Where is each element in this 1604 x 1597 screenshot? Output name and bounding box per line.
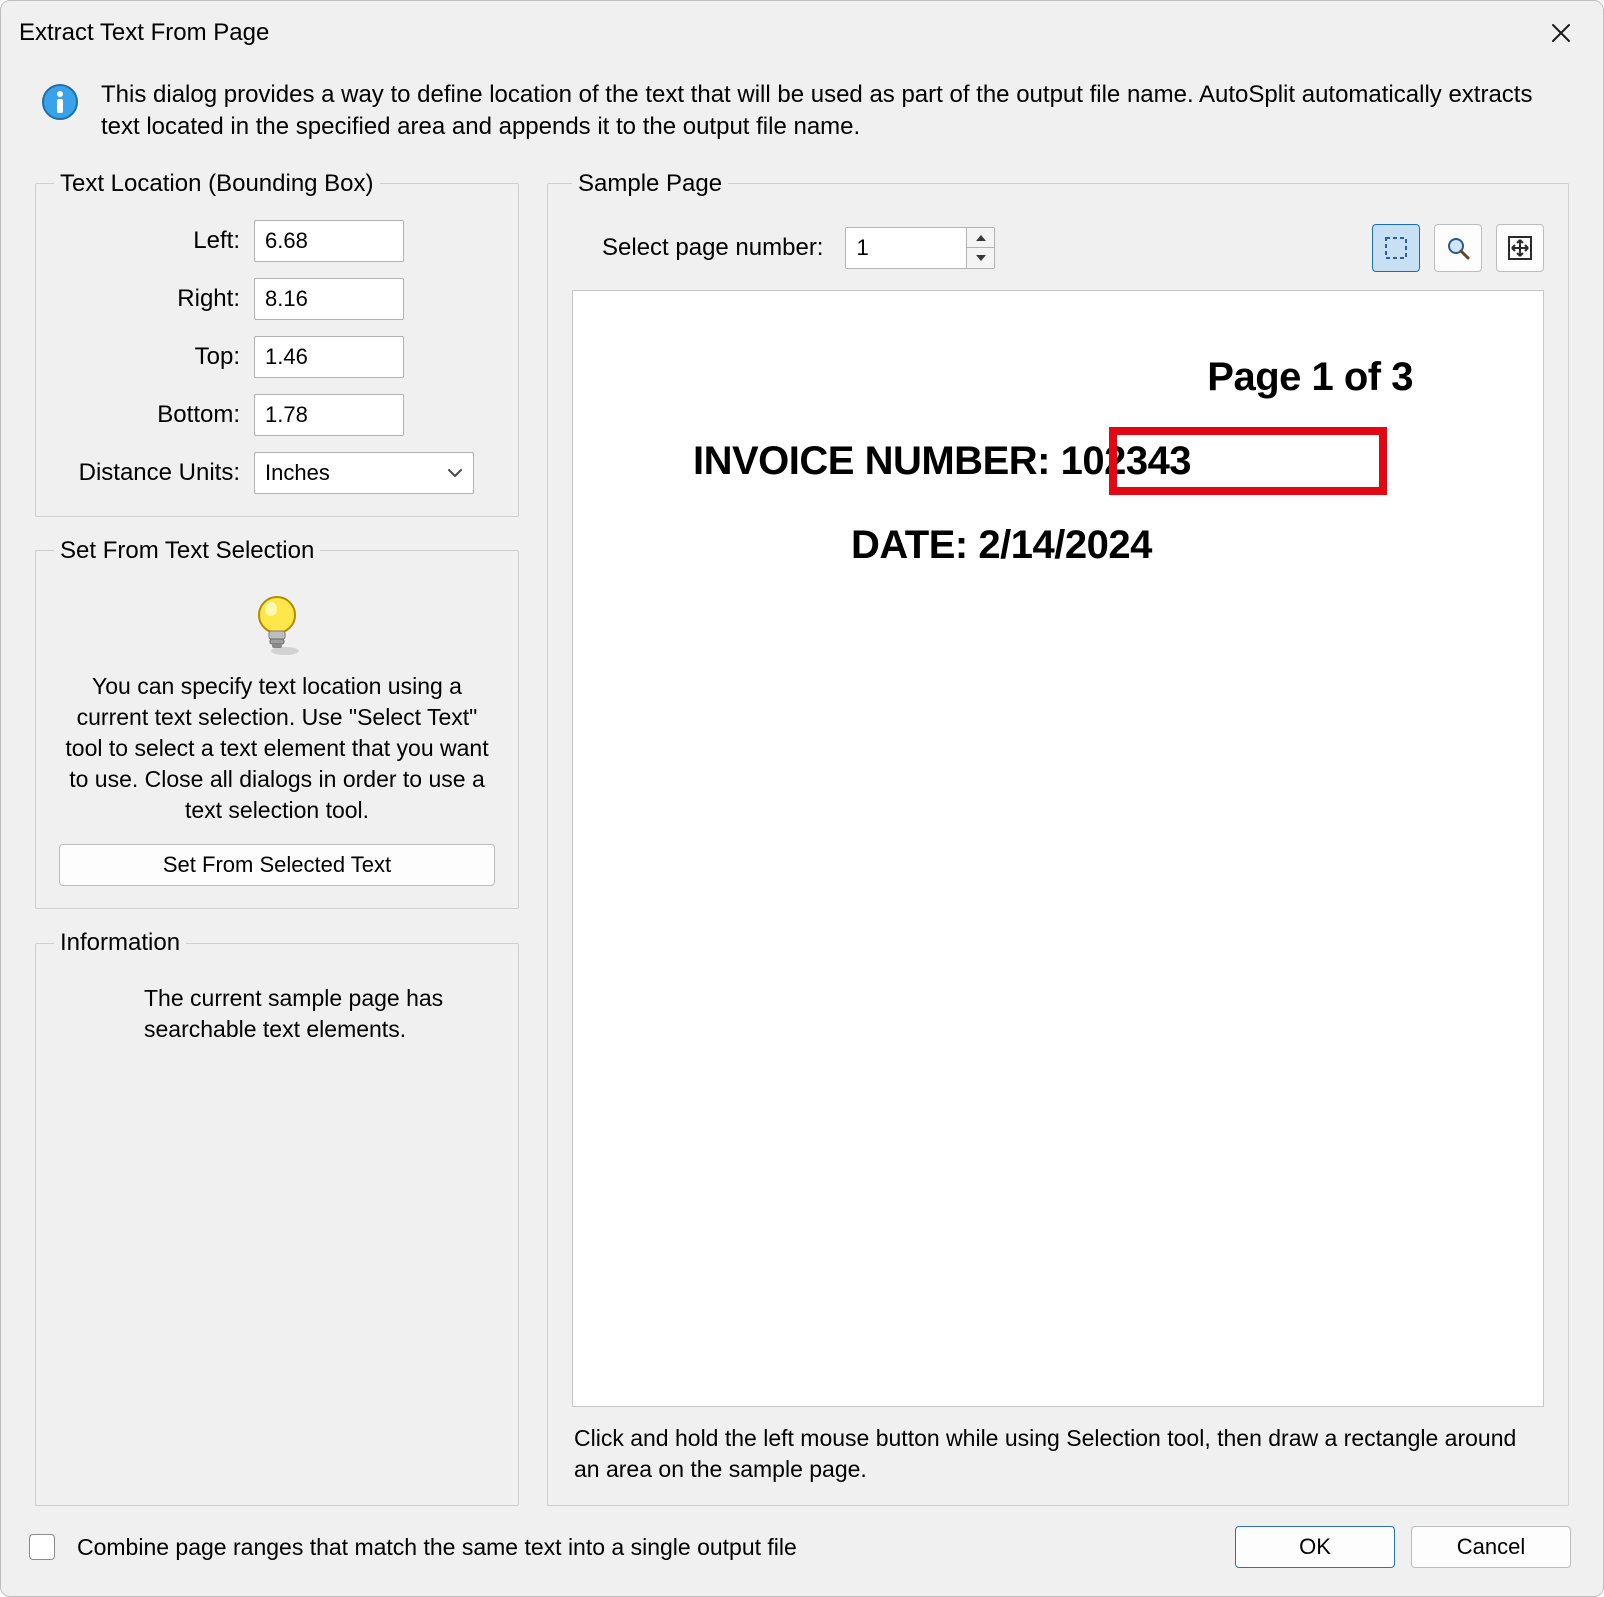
- titlebar: Extract Text From Page: [1, 1, 1603, 61]
- information-legend: Information: [54, 929, 186, 957]
- preview-date-label: DATE:: [851, 523, 968, 567]
- fit-tool-button[interactable]: [1496, 224, 1544, 272]
- preview-page: Page 1 of 3 INVOICE NUMBER: 102343 DATE:…: [573, 291, 1543, 1406]
- spinner-down-button[interactable]: [967, 247, 994, 268]
- intro-text: This dialog provides a way to define loc…: [101, 79, 1573, 144]
- set-from-selected-text-button[interactable]: Set From Selected Text: [59, 844, 495, 886]
- footer: Combine page ranges that match the same …: [1, 1506, 1603, 1596]
- chevron-down-icon: [447, 465, 463, 481]
- select-page-label: Select page number:: [602, 234, 823, 262]
- left-input[interactable]: [254, 220, 404, 262]
- right-label: Right:: [54, 285, 254, 313]
- preview-invoice-label: INVOICE NUMBER:: [693, 439, 1050, 483]
- info-icon: [41, 83, 79, 121]
- bottom-label: Bottom:: [54, 401, 254, 429]
- triangle-down-icon: [975, 254, 987, 262]
- spinner-up-button[interactable]: [967, 228, 994, 248]
- units-value: Inches: [265, 460, 330, 486]
- bottom-input[interactable]: [254, 394, 404, 436]
- ok-label: OK: [1299, 1534, 1331, 1560]
- selection-legend: Set From Text Selection: [54, 537, 320, 565]
- dialog-title: Extract Text From Page: [19, 19, 1537, 47]
- units-label: Distance Units:: [54, 459, 254, 487]
- bbox-group: Text Location (Bounding Box) Left: Right…: [35, 170, 519, 517]
- fit-to-screen-icon: [1506, 234, 1534, 262]
- combine-checkbox[interactable]: [29, 1534, 55, 1560]
- selection-rect-icon: [1382, 234, 1410, 262]
- sample-page-hint: Click and hold the left mouse button whi…: [574, 1423, 1542, 1485]
- preview-invoice-line: INVOICE NUMBER: 102343: [693, 439, 1191, 484]
- page-number-input[interactable]: [846, 228, 966, 268]
- preview-page-of: Page 1 of 3: [1207, 355, 1413, 400]
- ok-button[interactable]: OK: [1235, 1526, 1395, 1568]
- sample-page-legend: Sample Page: [572, 170, 728, 198]
- cancel-label: Cancel: [1457, 1534, 1525, 1560]
- sample-page-preview[interactable]: Page 1 of 3 INVOICE NUMBER: 102343 DATE:…: [572, 290, 1544, 1407]
- preview-invoice-value: 102343: [1061, 439, 1191, 484]
- units-combo[interactable]: Inches: [254, 452, 474, 494]
- close-button[interactable]: [1537, 13, 1585, 53]
- selection-hint: You can specify text location using a cu…: [54, 671, 500, 844]
- sample-page-group: Sample Page Select page number:: [547, 170, 1569, 1506]
- lightbulb-icon: [54, 593, 500, 657]
- selection-group: Set From Text Selection You can specify …: [35, 537, 519, 909]
- right-input[interactable]: [254, 278, 404, 320]
- selection-tool-button[interactable]: [1372, 224, 1420, 272]
- left-label: Left:: [54, 227, 254, 255]
- magnifier-icon: [1444, 234, 1472, 262]
- bbox-legend: Text Location (Bounding Box): [54, 170, 380, 198]
- triangle-up-icon: [975, 234, 987, 242]
- intro-row: This dialog provides a way to define loc…: [1, 61, 1603, 170]
- zoom-tool-button[interactable]: [1434, 224, 1482, 272]
- preview-date-value: 2/14/2024: [978, 523, 1151, 567]
- combine-checkbox-label: Combine page ranges that match the same …: [77, 1534, 797, 1561]
- information-group: Information The current sample page has …: [35, 929, 519, 1506]
- dialog-window: Extract Text From Page This dialog provi…: [0, 0, 1604, 1597]
- cancel-button[interactable]: Cancel: [1411, 1526, 1571, 1568]
- page-number-spinner[interactable]: [845, 227, 995, 269]
- set-from-selected-text-label: Set From Selected Text: [163, 852, 391, 878]
- top-input[interactable]: [254, 336, 404, 378]
- information-text: The current sample page has searchable t…: [54, 979, 500, 1049]
- preview-date-line: DATE: 2/14/2024: [851, 523, 1152, 568]
- top-label: Top:: [54, 343, 254, 371]
- close-icon: [1550, 22, 1572, 44]
